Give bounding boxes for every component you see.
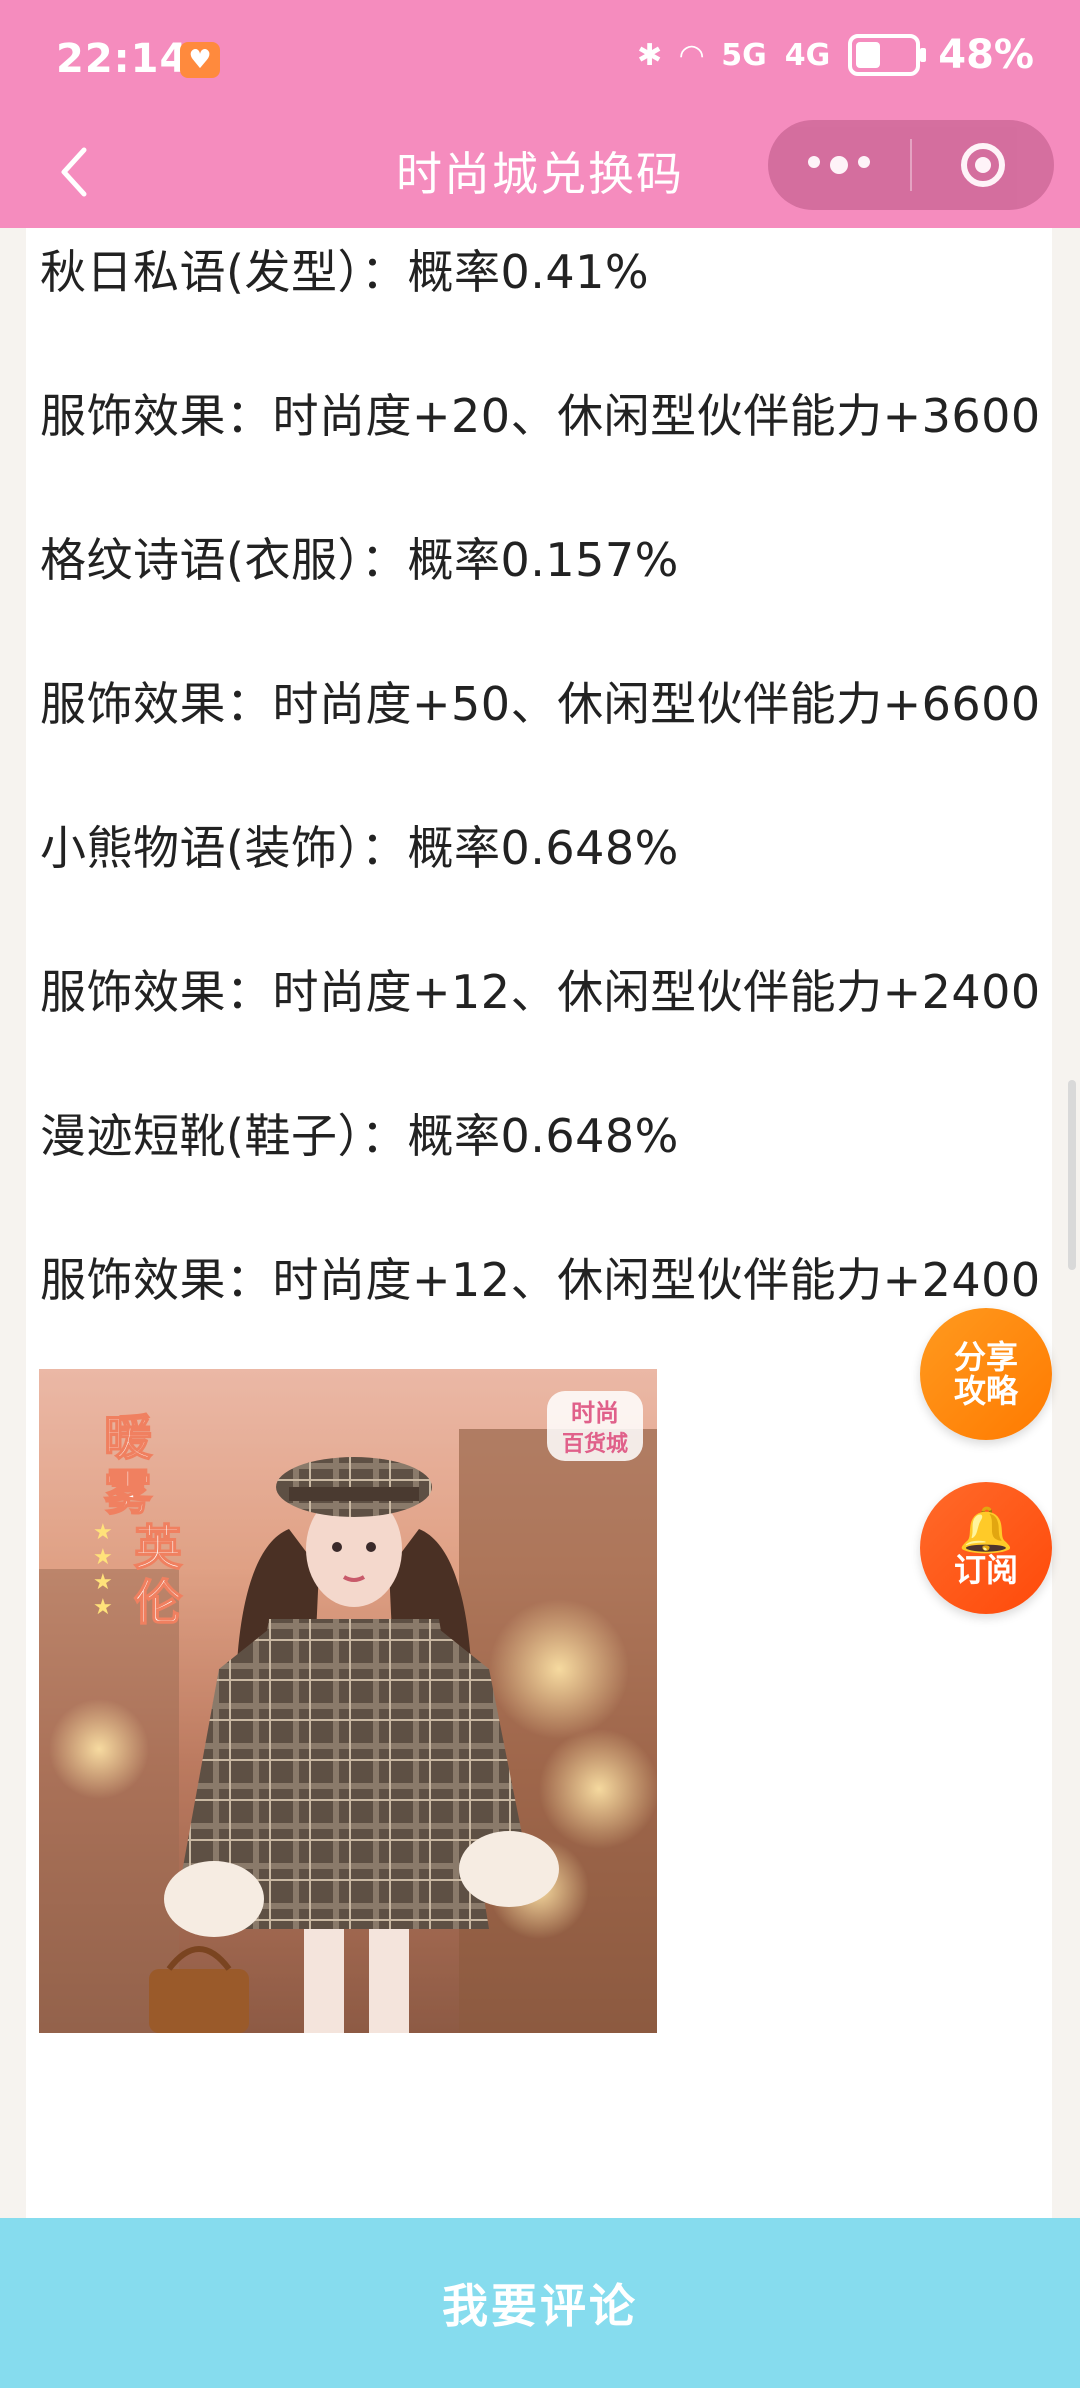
- outfit-illustration: 暖 雾 英 伦 ★ ★ ★ ★ 时尚 百货城: [39, 1369, 657, 2033]
- svg-text:雾: 雾: [104, 1465, 153, 1521]
- outfit-image: 暖 雾 英 伦 ★ ★ ★ ★ 时尚 百货城: [39, 1369, 657, 2033]
- content-line: 服饰效果：时尚度+12、休闲型伙伴能力+2400: [40, 965, 1041, 1019]
- bluetooth-icon: ✱: [637, 37, 663, 73]
- page-title: 时尚城兑换码: [396, 147, 684, 201]
- top-bar: 22:14 ♥ ✱ ◠ 5G 4G 48% 时尚城兑换码: [0, 0, 1080, 228]
- svg-text:英: 英: [134, 1520, 183, 1576]
- svg-text:时尚: 时尚: [571, 1399, 619, 1427]
- battery-icon: [848, 34, 927, 76]
- content-line: 格纹诗语(衣服）：概率0.157%: [40, 533, 679, 587]
- back-button[interactable]: [44, 142, 104, 202]
- share-label-2: 攻略: [953, 1372, 1018, 1410]
- svg-text:暖: 暖: [104, 1410, 153, 1466]
- signal-5g-label: 5G: [721, 37, 767, 73]
- content-line: 服饰效果：时尚度+50、休闲型伙伴能力+6600: [40, 677, 1041, 731]
- battery-percent: 48%: [938, 32, 1034, 78]
- svg-text:★: ★: [93, 1570, 113, 1595]
- signal-4g-label: 4G: [784, 37, 831, 73]
- subscribe-button[interactable]: 🔔 订阅: [920, 1482, 1052, 1614]
- status-bar: 22:14 ♥ ✱ ◠ 5G 4G 48%: [0, 0, 1080, 120]
- share-label-1: 分享: [953, 1338, 1018, 1376]
- status-time: 22:14: [56, 36, 189, 82]
- bell-icon: 🔔: [958, 1505, 1014, 1556]
- content-line: 小熊物语(装饰）：概率0.648%: [40, 821, 679, 875]
- mini-program-capsule: [768, 120, 1054, 210]
- wifi-icon: ◠: [680, 37, 704, 73]
- comment-bar[interactable]: 我要评论: [0, 2218, 1080, 2388]
- scrollbar[interactable]: [1068, 1080, 1076, 1270]
- more-dots-icon: [808, 156, 870, 174]
- share-guide-button[interactable]: 分享 攻略: [920, 1308, 1052, 1440]
- close-mini-program-button[interactable]: [912, 120, 1054, 210]
- article-content: 秋日私语(发型）：概率0.41% 服饰效果：时尚度+20、休闲型伙伴能力+360…: [26, 228, 1052, 2228]
- more-button[interactable]: [768, 120, 910, 210]
- svg-text:伦: 伦: [134, 1575, 183, 1631]
- content-line: 秋日私语(发型）：概率0.41%: [40, 245, 650, 299]
- svg-text:★: ★: [93, 1545, 113, 1570]
- target-circle-icon: [961, 143, 1005, 187]
- content-line: 漫迹短靴(鞋子）：概率0.648%: [40, 1109, 679, 1163]
- svg-text:百货城: 百货城: [562, 1431, 628, 1457]
- svg-text:★: ★: [93, 1595, 113, 1620]
- comment-button-label: 我要评论: [442, 2279, 638, 2333]
- content-line: 服饰效果：时尚度+20、休闲型伙伴能力+3600: [40, 389, 1041, 443]
- content-line: 服饰效果：时尚度+12、休闲型伙伴能力+2400: [40, 1253, 1041, 1307]
- status-icons: ✱ ◠ 5G 4G 48%: [637, 32, 1034, 78]
- app-notification-icon: ♥: [180, 42, 220, 78]
- subscribe-label: 订阅: [953, 1551, 1018, 1589]
- nav-bar: 时尚城兑换码: [0, 120, 1080, 228]
- chevron-left-icon: [61, 147, 87, 197]
- svg-text:★: ★: [93, 1520, 113, 1545]
